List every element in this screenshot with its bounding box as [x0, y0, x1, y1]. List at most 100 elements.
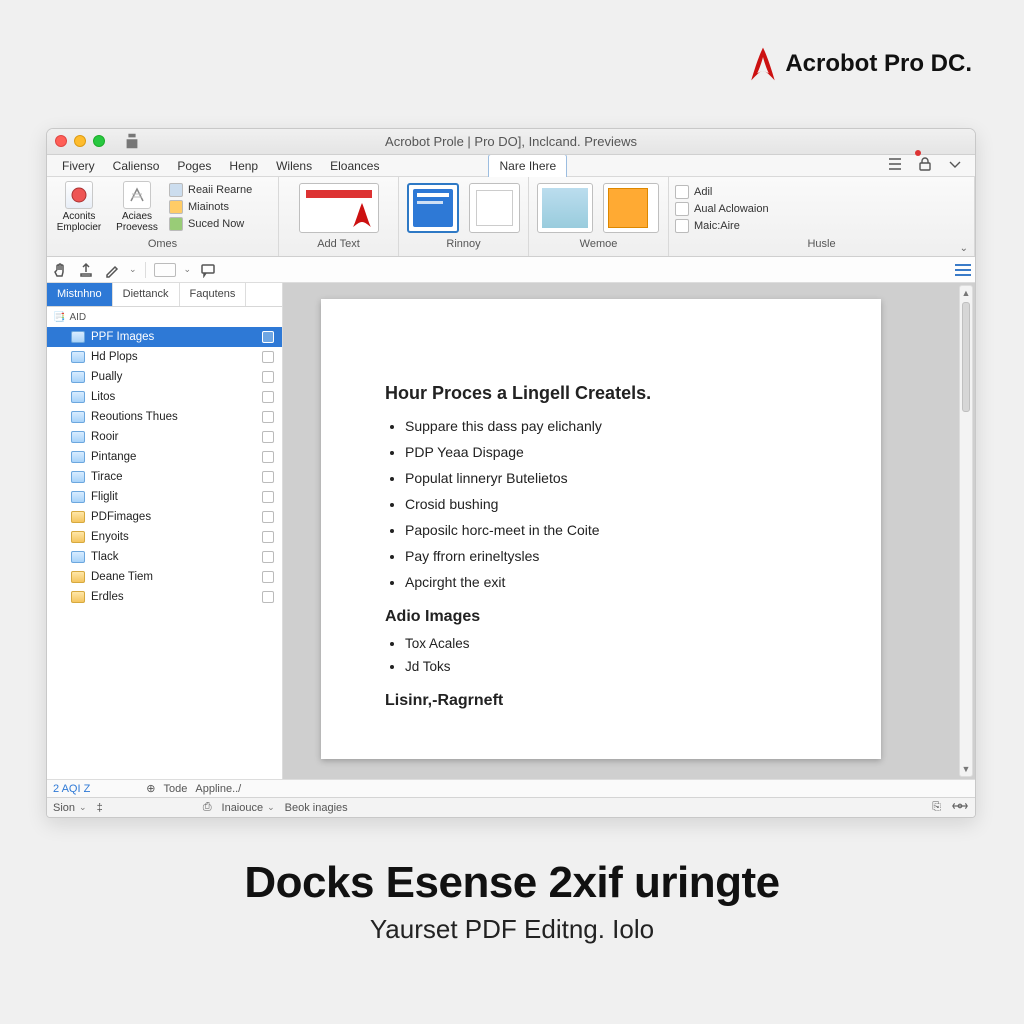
node-marker[interactable] — [262, 471, 274, 483]
ribbon-expand-icon[interactable]: ⌄ — [960, 243, 968, 254]
tree-node[interactable]: Rooir — [47, 427, 282, 447]
node-marker[interactable] — [262, 451, 274, 463]
ribbon-row[interactable]: Aual Aclowaion — [675, 202, 769, 216]
bullet-list: Tox AcalesJd Toks — [385, 636, 841, 674]
menu-item[interactable]: Calienso — [104, 155, 169, 177]
node-marker[interactable] — [262, 551, 274, 563]
ribbon-thumb[interactable] — [537, 183, 593, 233]
tree-node-label: Reoutions Thues — [91, 411, 178, 423]
tree-node-label: Tlack — [91, 551, 118, 563]
side-tab[interactable]: Faqutens — [180, 283, 247, 306]
folder-icon — [71, 511, 85, 523]
footer-bar: 2 AQI Z ⊕ Tode Appline../ — [47, 779, 975, 797]
tree-node[interactable]: Deane Tiem — [47, 567, 282, 587]
tree-node-label: Pintange — [91, 451, 136, 463]
node-marker[interactable] — [262, 431, 274, 443]
menu-item[interactable]: Eloances — [321, 155, 388, 177]
comment-icon[interactable] — [199, 261, 217, 279]
document-icon — [71, 391, 85, 403]
node-marker[interactable] — [262, 591, 274, 603]
menu-item[interactable]: Henp — [220, 155, 267, 177]
zoom-window-button[interactable] — [93, 135, 105, 147]
node-marker[interactable] — [262, 571, 274, 583]
ribbon-thumb[interactable] — [469, 183, 520, 233]
tree-node-label: Rooir — [91, 431, 118, 443]
tool-dropdown[interactable] — [154, 263, 176, 277]
footer-item[interactable]: Appline../ — [195, 783, 241, 795]
ribbon-thumb-selected[interactable] — [407, 183, 459, 233]
document-canvas[interactable]: Hour Proces a Lingell Createls. Suppare … — [283, 283, 975, 779]
tree-node[interactable]: Reoutions Thues — [47, 407, 282, 427]
ribbon: Aconits Emplocier Aciaes Proevess Reaii … — [47, 177, 975, 257]
ribbon-row[interactable]: Suced Now — [169, 217, 252, 231]
hand-tool-icon[interactable] — [51, 261, 69, 279]
ribbon-thumb[interactable] — [299, 183, 379, 233]
panel-menu-icon[interactable] — [955, 264, 971, 276]
lock-icon[interactable] — [917, 156, 933, 175]
bullet-item: Crosid bushing — [405, 496, 841, 512]
status-item[interactable]: Beok inagies — [285, 802, 348, 814]
footer-item[interactable]: Tode — [164, 783, 188, 795]
tree-node[interactable]: PDFimages — [47, 507, 282, 527]
file-tab[interactable]: Nare Ihere — [488, 154, 567, 177]
ribbon-row[interactable]: Miainots — [169, 200, 252, 214]
side-tab[interactable]: Mistnhno — [47, 283, 113, 306]
tree-node[interactable]: Pually — [47, 367, 282, 387]
tree-node[interactable]: PPF Images — [47, 327, 282, 347]
node-marker[interactable] — [262, 331, 274, 343]
app-window: Acrobot Prole | Pro DO], Inclcand. Previ… — [46, 128, 976, 818]
side-tab[interactable]: Diettanck — [113, 283, 180, 306]
scroll-up-icon[interactable]: ▲ — [960, 286, 972, 300]
status-item[interactable]: Sion⌄ — [53, 802, 87, 814]
node-marker[interactable] — [262, 531, 274, 543]
status-item[interactable]: Inaiouce⌄ — [222, 802, 275, 814]
tree-node[interactable]: Tirace — [47, 467, 282, 487]
folder-icon — [71, 531, 85, 543]
scroll-down-icon[interactable]: ▼ — [960, 762, 972, 776]
tree-node[interactable]: Litos — [47, 387, 282, 407]
ribbon-row[interactable]: Maic:Aire — [675, 219, 769, 233]
node-marker[interactable] — [262, 411, 274, 423]
tree-node[interactable]: Tlack — [47, 547, 282, 567]
ribbon-thumb[interactable] — [603, 183, 659, 233]
tree-node[interactable]: Pintange — [47, 447, 282, 467]
scroll-thumb[interactable] — [962, 302, 970, 412]
ribbon-row[interactable]: Reaii Rearne — [169, 183, 252, 197]
ribbon-group-label: Husle — [669, 238, 974, 256]
chevron-down-icon[interactable] — [947, 156, 963, 175]
tree-node[interactable]: Fliglit — [47, 487, 282, 507]
tree-node[interactable]: Erdles — [47, 587, 282, 607]
menu-item[interactable]: Wilens — [267, 155, 321, 177]
menubar-end-tools — [887, 156, 969, 175]
export-icon[interactable] — [77, 261, 95, 279]
menu-item[interactable]: Poges — [168, 155, 220, 177]
close-window-button[interactable] — [55, 135, 67, 147]
ribbon-group-label: Add Text — [279, 238, 398, 256]
page: Hour Proces a Lingell Createls. Suppare … — [321, 299, 881, 759]
node-marker[interactable] — [262, 511, 274, 523]
minimize-window-button[interactable] — [74, 135, 86, 147]
promo-headline: Docks Esense 2xif uringte — [0, 858, 1024, 908]
tree-node[interactable]: Enyoits — [47, 527, 282, 547]
ribbon-button-emplocier[interactable]: Aconits Emplocier — [53, 181, 105, 233]
vertical-scrollbar[interactable]: ▲ ▼ — [959, 285, 973, 777]
ribbon-row[interactable]: Adil — [675, 185, 769, 199]
list-icon[interactable] — [887, 156, 903, 175]
acrobat-icon — [749, 44, 777, 84]
menu-item[interactable]: Fivery — [53, 155, 104, 177]
chevron-down-icon[interactable]: ⌄ — [184, 264, 192, 275]
document-icon — [71, 411, 85, 423]
node-marker[interactable] — [262, 391, 274, 403]
node-marker[interactable] — [262, 351, 274, 363]
tree-node[interactable]: Hd Plops — [47, 347, 282, 367]
promo-subline: Yaurset PDF Editng. Iolo — [0, 914, 1024, 945]
pen-icon[interactable] — [103, 261, 121, 279]
node-marker[interactable] — [262, 371, 274, 383]
ribbon-button-proevess[interactable]: Aciaes Proevess — [111, 181, 163, 233]
node-marker[interactable] — [262, 491, 274, 503]
fit-width-icon[interactable] — [951, 800, 969, 815]
footer-paging[interactable]: 2 AQI Z — [53, 783, 90, 795]
bullet-item: Paposilc horc-meet in the Coite — [405, 522, 841, 538]
tree-node-label: Erdles — [91, 591, 124, 603]
chevron-down-icon[interactable]: ⌄ — [129, 264, 137, 275]
